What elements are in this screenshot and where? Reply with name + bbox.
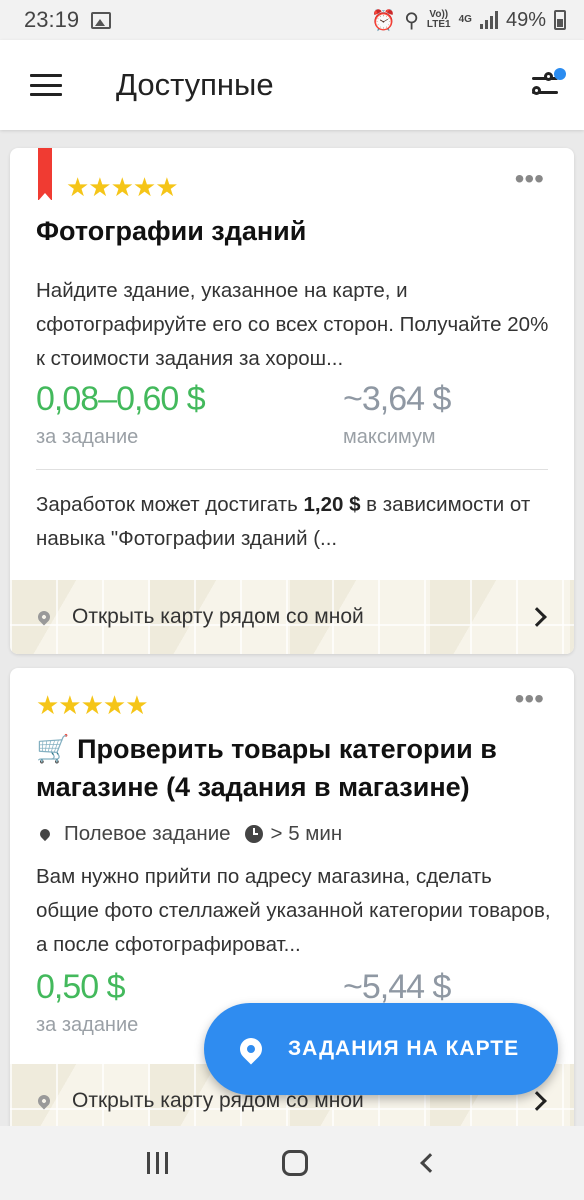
task-title: 🛒 Проверить товары категории в магазине …	[36, 734, 497, 802]
bookmark-icon	[38, 148, 52, 201]
battery-percent: 49%	[505, 8, 546, 31]
chevron-right-icon	[527, 607, 547, 627]
filter-active-dot	[554, 68, 566, 80]
chevron-right-icon	[527, 1091, 547, 1111]
task-type: Полевое задание	[64, 822, 231, 845]
task-price: 0,50 $	[36, 968, 126, 1006]
task-price: 0,08–0,60 $	[36, 380, 206, 418]
battery-icon	[554, 10, 566, 30]
back-icon[interactable]	[419, 1153, 440, 1173]
earnings-note: Заработок может достигать 1,20 $ в завис…	[36, 488, 551, 556]
task-title: Фотографии зданий	[36, 216, 307, 246]
task-description: Вам нужно прийти по адресу магазина, сде…	[36, 865, 551, 956]
clock-icon	[244, 825, 263, 843]
lte-label: LTE1	[426, 19, 451, 30]
rating-stars: ★★★★★	[36, 690, 149, 720]
image-notification-icon	[91, 11, 112, 29]
price-label: за задание	[36, 1014, 139, 1036]
system-nav-bar	[0, 1126, 584, 1200]
open-map-row[interactable]: Открыть карту рядом со мной	[10, 580, 574, 654]
app-bar: Доступные	[0, 40, 584, 130]
max-price: ~5,44 $	[343, 968, 451, 1006]
max-price-label: максимум	[343, 426, 436, 448]
earnings-prefix: Заработок может достигать	[36, 493, 304, 516]
tasks-on-map-label: ЗАДАНИЯ НА КАРТЕ	[288, 1037, 520, 1060]
location-pin-icon	[35, 608, 53, 626]
filter-icon[interactable]	[530, 68, 566, 102]
task-meta: Полевое задание > 5 мин	[36, 822, 342, 846]
alarm-icon: ⏰	[371, 9, 397, 32]
location-icon: ⚲	[404, 9, 419, 32]
volte-indicator: Vo)) LTE1	[427, 10, 451, 30]
more-options-icon[interactable]: •••	[515, 165, 544, 193]
page-title: Доступные	[116, 67, 274, 102]
price-label: за задание	[36, 426, 139, 448]
menu-icon[interactable]	[30, 74, 62, 96]
more-options-icon[interactable]: •••	[515, 685, 544, 713]
task-duration: > 5 мин	[270, 822, 343, 845]
earnings-amount: 1,20 $	[303, 493, 361, 516]
status-bar: 23:19 ⏰ ⚲ Vo)) LTE1 4G 49%	[0, 0, 584, 40]
signal-icon	[479, 11, 498, 29]
rating-stars: ★★★★★	[66, 172, 179, 202]
status-time: 23:19	[24, 7, 80, 32]
home-icon[interactable]	[282, 1150, 309, 1176]
max-price: ~3,64 $	[343, 380, 451, 418]
recent-apps-icon[interactable]	[147, 1152, 169, 1174]
field-task-pin-icon	[37, 826, 53, 842]
tasks-on-map-button[interactable]: ЗАДАНИЯ НА КАРТЕ	[204, 1003, 558, 1095]
task-card[interactable]: ★★★★★ ••• Фотографии зданий Найдите здан…	[10, 148, 574, 654]
network-type: 4G	[458, 14, 472, 25]
open-map-label: Открыть карту рядом со мной	[72, 605, 364, 628]
task-description: Найдите здание, указанное на карте, и сф…	[36, 279, 549, 370]
status-icons: ⏰ ⚲ Vo)) LTE1 4G 49%	[371, 8, 566, 33]
location-pin-icon	[35, 1092, 53, 1110]
divider	[36, 469, 548, 470]
map-pin-icon	[235, 1033, 267, 1065]
